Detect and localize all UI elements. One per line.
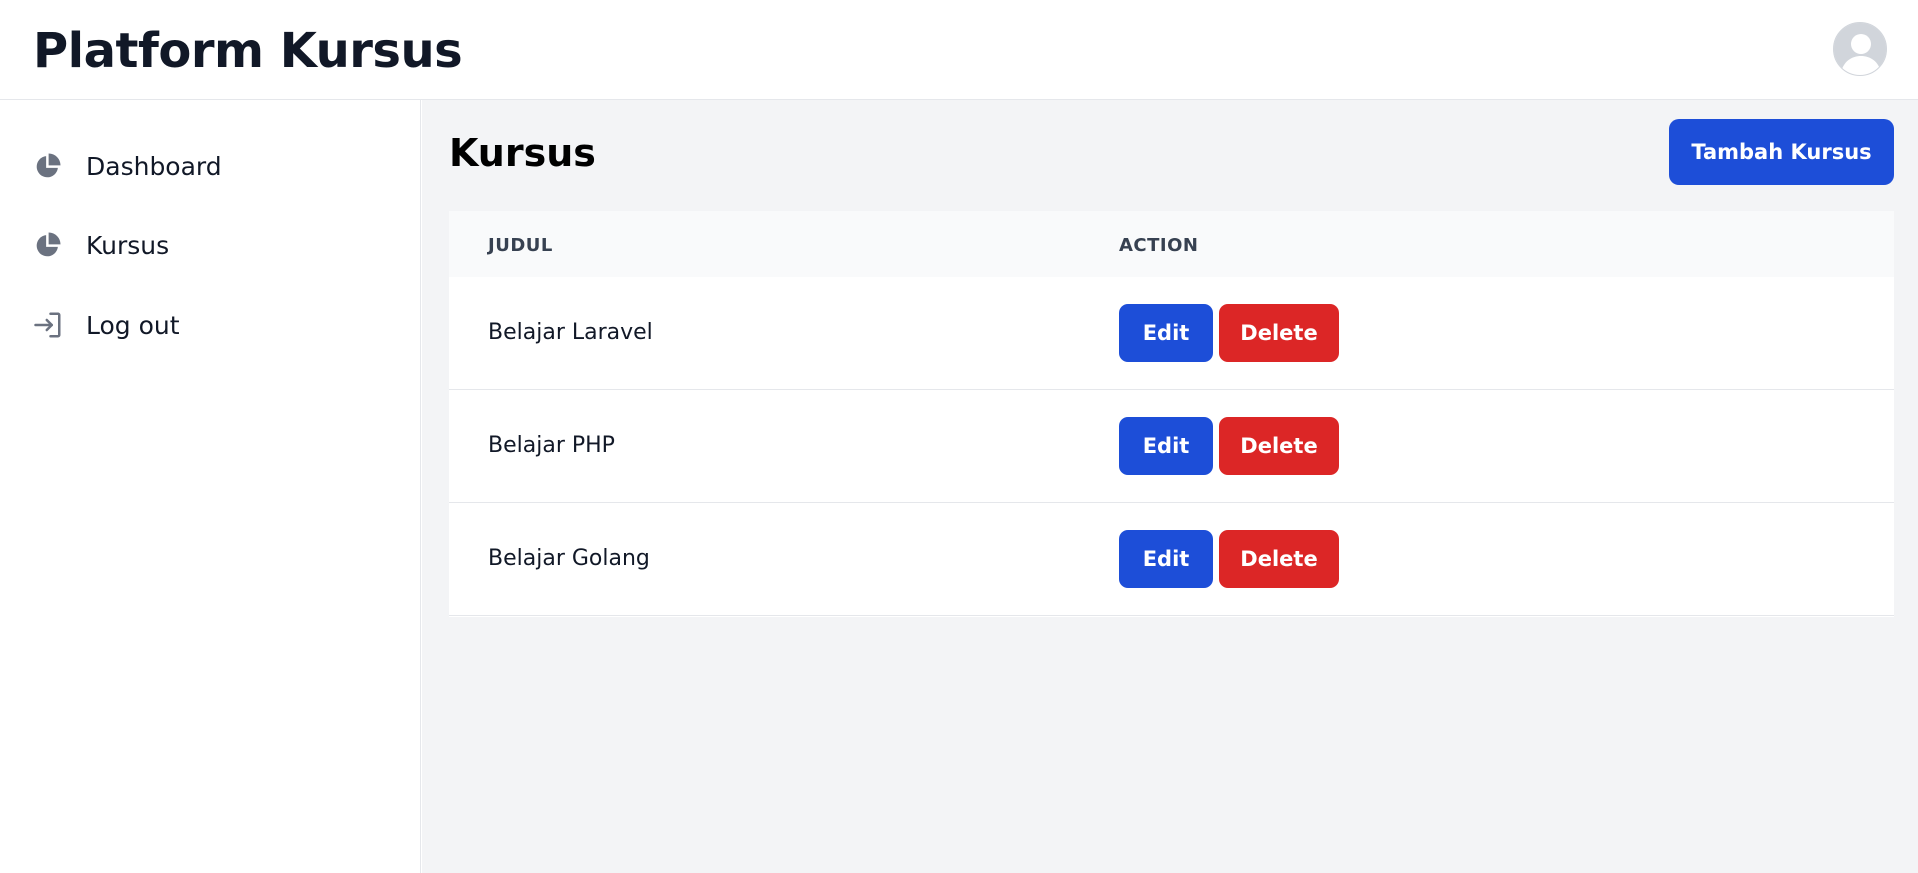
- main-content: Kursus Tambah Kursus JUDUL ACTION Belaja…: [422, 100, 1918, 873]
- sidebar-item-label: Log out: [86, 310, 180, 340]
- sidebar: Dashboard Kursus Log out: [0, 100, 421, 873]
- course-title: Belajar PHP: [488, 433, 615, 458]
- delete-button[interactable]: Delete: [1219, 304, 1339, 362]
- edit-button[interactable]: Edit: [1119, 304, 1213, 362]
- top-header: Platform Kursus: [0, 0, 1918, 100]
- add-course-button[interactable]: Tambah Kursus: [1669, 119, 1894, 185]
- course-title: Belajar Laravel: [488, 320, 653, 345]
- edit-button[interactable]: Edit: [1119, 417, 1213, 475]
- logout-icon: [32, 309, 64, 341]
- sidebar-item-label: Dashboard: [86, 151, 222, 181]
- sidebar-item-label: Kursus: [86, 230, 170, 260]
- table-row: Belajar Golang Edit Delete: [449, 503, 1894, 616]
- pie-chart-icon: [32, 229, 64, 261]
- sidebar-item-logout[interactable]: Log out: [32, 305, 392, 345]
- column-header-action: ACTION: [1119, 235, 1199, 256]
- page-title: Kursus: [449, 131, 596, 175]
- course-title: Belajar Golang: [488, 546, 650, 571]
- sidebar-item-dashboard[interactable]: Dashboard: [32, 146, 392, 186]
- column-header-title: JUDUL: [488, 235, 553, 256]
- table-row: Belajar Laravel Edit Delete: [449, 277, 1894, 390]
- delete-button[interactable]: Delete: [1219, 417, 1339, 475]
- courses-table: JUDUL ACTION Belajar Laravel Edit Delete…: [449, 211, 1894, 617]
- delete-button[interactable]: Delete: [1219, 530, 1339, 588]
- app-title: Platform Kursus: [33, 23, 463, 79]
- edit-button[interactable]: Edit: [1119, 530, 1213, 588]
- table-row: Belajar PHP Edit Delete: [449, 390, 1894, 503]
- sidebar-item-kursus[interactable]: Kursus: [32, 225, 392, 265]
- table-header: JUDUL ACTION: [449, 211, 1894, 277]
- pie-chart-icon: [32, 150, 64, 182]
- user-avatar-icon[interactable]: [1833, 22, 1887, 76]
